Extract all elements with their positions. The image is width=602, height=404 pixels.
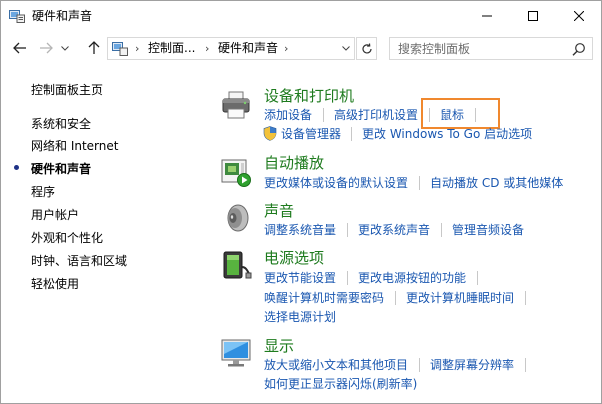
- search-icon: [572, 43, 585, 56]
- title-bar: 硬件和声音: [1, 1, 601, 31]
- forward-button[interactable]: [37, 39, 55, 57]
- control-panel-icon: [9, 10, 25, 23]
- nav-programs[interactable]: 程序: [31, 184, 55, 200]
- link-manage-audio-devices[interactable]: 管理音频设备: [452, 222, 524, 238]
- link-separator: [323, 108, 324, 122]
- recent-locations-button[interactable]: [59, 39, 71, 57]
- maximize-button[interactable]: [510, 1, 556, 31]
- mouse-highlight-box: [421, 98, 500, 129]
- nav-hardware-sound: 硬件和声音: [31, 162, 92, 176]
- link-power-button-function[interactable]: 更改电源按钮的功能: [358, 270, 466, 286]
- nav-appearance[interactable]: 外观和个性化: [31, 230, 103, 246]
- link-separator: [351, 127, 352, 141]
- breadcrumb-separator-icon: ›: [205, 42, 210, 55]
- link-separator: [441, 223, 442, 237]
- link-change-system-sounds[interactable]: 更改系统声音: [358, 222, 430, 238]
- link-make-text-larger[interactable]: 放大或缩小文本和其他项目: [264, 357, 408, 373]
- link-advanced-printer-settings[interactable]: 高级打印机设置: [334, 107, 418, 123]
- chevron-down-icon: [61, 45, 69, 51]
- minimize-icon: [482, 15, 492, 17]
- nav-clock-region[interactable]: 时钟、语言和区域: [31, 253, 127, 269]
- arrow-up-icon: [88, 41, 100, 54]
- category-autoplay-title[interactable]: 自动播放: [264, 154, 324, 173]
- address-bar: › 控制面... › 硬件和声音 › 搜索控制面板: [1, 31, 601, 65]
- refresh-button[interactable]: [356, 37, 377, 60]
- link-adjust-resolution[interactable]: 调整屏幕分辨率: [430, 357, 514, 373]
- category-power-options-title[interactable]: 电源选项: [264, 249, 324, 268]
- nav-ease-of-access[interactable]: 轻松使用: [31, 276, 79, 292]
- breadcrumb-current[interactable]: 硬件和声音: [218, 41, 278, 56]
- uac-shield-icon: [263, 126, 277, 141]
- link-autoplay-cd[interactable]: 自动播放 CD 或其他媒体: [430, 175, 563, 191]
- nav-system-security[interactable]: 系统和安全: [31, 116, 91, 132]
- breadcrumb-separator-icon: ›: [284, 42, 289, 55]
- search-placeholder: 搜索控制面板: [398, 42, 471, 56]
- nav-control-panel-home[interactable]: 控制面板主页: [31, 82, 103, 98]
- chevron-down-icon: [342, 46, 350, 51]
- category-devices-printers-title[interactable]: 设备和打印机: [264, 87, 354, 106]
- up-button[interactable]: [85, 39, 103, 57]
- autoplay-icon: [221, 159, 251, 187]
- maximize-icon: [528, 11, 538, 21]
- control-panel-icon: [112, 42, 128, 56]
- link-separator: [525, 291, 526, 305]
- link-separator: [419, 358, 420, 372]
- link-add-device[interactable]: 添加设备: [264, 107, 312, 123]
- link-change-default-media-settings[interactable]: 更改媒体或设备的默认设置: [264, 175, 408, 191]
- link-fix-monitor-flicker[interactable]: 如何更正显示器闪烁(刷新率): [264, 376, 417, 392]
- link-separator: [419, 176, 420, 190]
- nav-user-accounts[interactable]: 用户帐户: [31, 207, 79, 223]
- link-windows-to-go[interactable]: 更改 Windows To Go 启动选项: [362, 126, 532, 142]
- category-sound-title[interactable]: 声音: [264, 202, 294, 221]
- breadcrumb-separator-icon: ›: [135, 42, 140, 55]
- window-title: 硬件和声音: [32, 9, 93, 23]
- speaker-icon: [227, 204, 249, 232]
- control-panel-window: 硬件和声音 › 控制面... › 硬件和声音 › 搜索控制面板 控制面板主页 系…: [0, 0, 602, 404]
- address-dropdown-button[interactable]: [340, 40, 352, 57]
- link-separator: [347, 223, 348, 237]
- arrow-right-icon: [40, 42, 53, 54]
- link-separator: [347, 271, 348, 285]
- battery-icon: [223, 251, 252, 279]
- refresh-icon: [361, 42, 372, 53]
- link-separator: [395, 291, 396, 305]
- category-display-title[interactable]: 显示: [264, 337, 294, 356]
- active-bullet-icon: [14, 165, 19, 170]
- search-field[interactable]: 搜索控制面板: [389, 37, 593, 60]
- link-change-power-saving[interactable]: 更改节能设置: [264, 270, 336, 286]
- back-button[interactable]: [11, 39, 29, 57]
- close-icon: [574, 11, 584, 21]
- link-require-password-on-wake[interactable]: 唤醒计算机时需要密码: [264, 290, 384, 306]
- arrow-left-icon: [13, 42, 26, 54]
- link-separator: [525, 358, 526, 372]
- link-adjust-volume[interactable]: 调整系统音量: [264, 222, 336, 238]
- nav-network-internet[interactable]: 网络和 Internet: [31, 138, 118, 154]
- link-separator: [477, 271, 478, 285]
- link-change-sleep-time[interactable]: 更改计算机睡眠时间: [406, 290, 514, 306]
- breadcrumb-control-panel[interactable]: 控制面...: [148, 41, 195, 56]
- monitor-icon: [221, 339, 251, 367]
- close-button[interactable]: [556, 1, 601, 31]
- printer-icon: [222, 91, 250, 119]
- link-device-manager[interactable]: 设备管理器: [281, 126, 341, 142]
- link-choose-power-plan[interactable]: 选择电源计划: [264, 309, 336, 325]
- address-field[interactable]: › 控制面... › 硬件和声音 ›: [107, 37, 355, 60]
- minimize-button[interactable]: [464, 1, 510, 31]
